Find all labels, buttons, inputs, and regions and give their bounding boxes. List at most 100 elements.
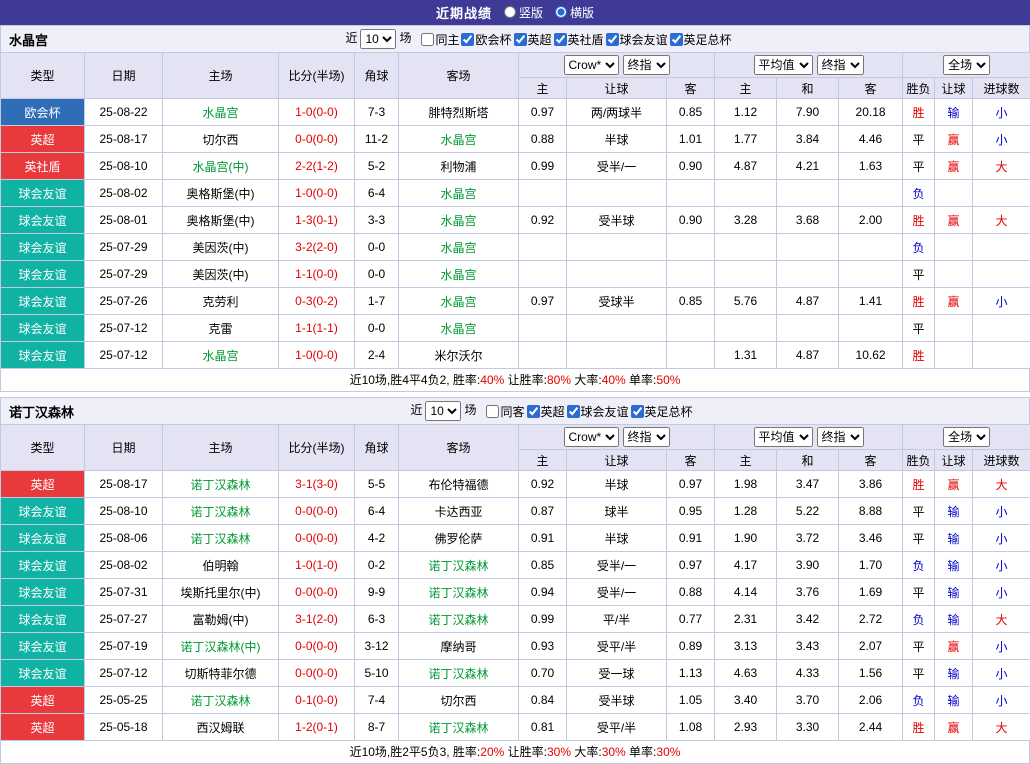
filter-checkbox[interactable] [670,33,683,46]
handicap-away-odds: 1.08 [667,714,715,741]
match-date: 25-07-31 [85,579,163,606]
avg-odds-select[interactable]: 平均值 [754,55,813,75]
avg-home-odds: 1.12 [715,99,777,126]
handicap-home-odds: 0.97 [519,288,567,315]
filter-checkbox[interactable] [631,405,644,418]
filter-checkbox[interactable] [567,405,580,418]
filter-checkbox[interactable] [514,33,527,46]
scope-select[interactable]: 全场 [943,427,990,447]
home-team: 诺丁汉森林 [163,471,279,498]
match-row: 球会友谊25-07-12切斯特菲尔德0-0(0-0)5-10诺丁汉森林0.70受… [1,660,1030,687]
handicap-away-odds [667,315,715,342]
odds-company-select[interactable]: Crow* [564,55,619,75]
filter-option-label: 英足总杯 [684,31,732,48]
match-date: 25-08-17 [85,126,163,153]
score: 0-0(0-0) [279,579,355,606]
filter-checkbox[interactable] [486,405,499,418]
view-option-1[interactable]: 横版 [555,4,594,21]
view-option-0[interactable]: 竖版 [504,4,543,21]
handicap-home-odds [519,315,567,342]
avg-away-odds: 4.46 [839,126,903,153]
result-mark: 胜 [903,99,935,126]
handicap-result-mark: 输 [935,606,973,633]
filter-checkbox[interactable] [461,33,474,46]
handicap-result-mark: 输 [935,99,973,126]
summary-text: 单率: [626,373,657,387]
odds-company-select[interactable]: Crow* [564,427,619,447]
view-radio[interactable] [504,6,516,18]
handicap-away-odds: 1.05 [667,687,715,714]
team-section: 水晶宫 近10场同主欧会杯英超英社盾球会友谊英足总杯 类型 日期 主场 比分(半… [0,25,1030,392]
filter-option-3[interactable]: 英足总杯 [631,403,693,420]
match-row: 球会友谊25-07-12水晶宫1-0(0-0)2-4米尔沃尔1.314.8710… [1,342,1030,369]
filter-option-0[interactable]: 同客 [486,403,524,420]
corner-count: 5-10 [355,660,399,687]
view-option-label: 横版 [570,4,594,21]
col-header-goals: 进球数 [973,78,1030,99]
avg-time-select[interactable]: 终指 [817,427,864,447]
filter-option-label: 同客 [500,403,524,420]
filter-option-1[interactable]: 欧会杯 [461,31,511,48]
filter-games-label: 场 [399,31,411,45]
filter-checkbox[interactable] [606,33,619,46]
goals-mark: 小 [973,552,1030,579]
goals-mark: 大 [973,606,1030,633]
filter-option-label: 英超 [528,31,552,48]
goals-mark: 小 [973,99,1030,126]
match-row: 欧会杯25-08-22水晶宫1-0(0-0)7-3腓特烈斯塔0.97两/两球半0… [1,99,1030,126]
handicap-line: 受平/半 [567,633,667,660]
filter-checkbox[interactable] [527,405,540,418]
score: 0-0(0-0) [279,525,355,552]
match-row: 球会友谊25-08-10诺丁汉森林0-0(0-0)6-4卡达西亚0.87球半0.… [1,498,1030,525]
match-date: 25-08-06 [85,525,163,552]
handicap-away-odds [667,180,715,207]
handicap-result-mark: 赢 [935,207,973,234]
handicap-away-odds: 1.13 [667,660,715,687]
filter-option-1[interactable]: 英超 [527,403,565,420]
match-count-select[interactable]: 10 [425,401,461,421]
corner-count: 1-7 [355,288,399,315]
filter-option-5[interactable]: 英足总杯 [670,31,732,48]
filter-checkbox[interactable] [421,33,434,46]
league-badge: 球会友谊 [1,498,85,525]
handicap-home-odds [519,261,567,288]
odds-time-select[interactable]: 终指 [623,427,670,447]
handicap-away-odds: 0.90 [667,153,715,180]
score: 0-0(0-0) [279,660,355,687]
avg-time-select[interactable]: 终指 [817,55,864,75]
match-count-select[interactable]: 10 [360,29,396,49]
col-header-avg-home: 主 [715,450,777,471]
handicap-away-odds: 0.97 [667,552,715,579]
handicap-line: 两/两球半 [567,99,667,126]
filter-option-2[interactable]: 球会友谊 [567,403,629,420]
filter-checkbox[interactable] [554,33,567,46]
league-badge: 球会友谊 [1,606,85,633]
filter-near-label: 近 [345,31,357,45]
avg-home-odds: 3.28 [715,207,777,234]
view-radio[interactable] [555,6,567,18]
odds-time-select[interactable]: 终指 [623,55,670,75]
col-header-avg-home: 主 [715,78,777,99]
away-team: 水晶宫 [399,180,519,207]
scope-select[interactable]: 全场 [943,55,990,75]
goals-mark: 小 [973,525,1030,552]
avg-away-odds: 10.62 [839,342,903,369]
home-team: 美因茨(中) [163,234,279,261]
handicap-away-odds [667,342,715,369]
result-mark: 胜 [903,207,935,234]
handicap-line: 受半球 [567,687,667,714]
avg-draw-odds: 3.70 [777,687,839,714]
avg-draw-odds: 4.33 [777,660,839,687]
summary-text: 30% [547,745,571,759]
away-team: 卡达西亚 [399,498,519,525]
filter-option-4[interactable]: 球会友谊 [606,31,668,48]
filter-option-2[interactable]: 英超 [514,31,552,48]
avg-home-odds: 1.31 [715,342,777,369]
home-team: 诺丁汉森林 [163,687,279,714]
filter-option-0[interactable]: 同主 [421,31,459,48]
filter-checkboxes: 同客英超球会友谊英足总杯 [484,403,692,417]
avg-odds-select[interactable]: 平均值 [754,427,813,447]
filter-option-3[interactable]: 英社盾 [554,31,604,48]
col-header-avg-draw: 和 [777,78,839,99]
home-team: 水晶宫(中) [163,153,279,180]
